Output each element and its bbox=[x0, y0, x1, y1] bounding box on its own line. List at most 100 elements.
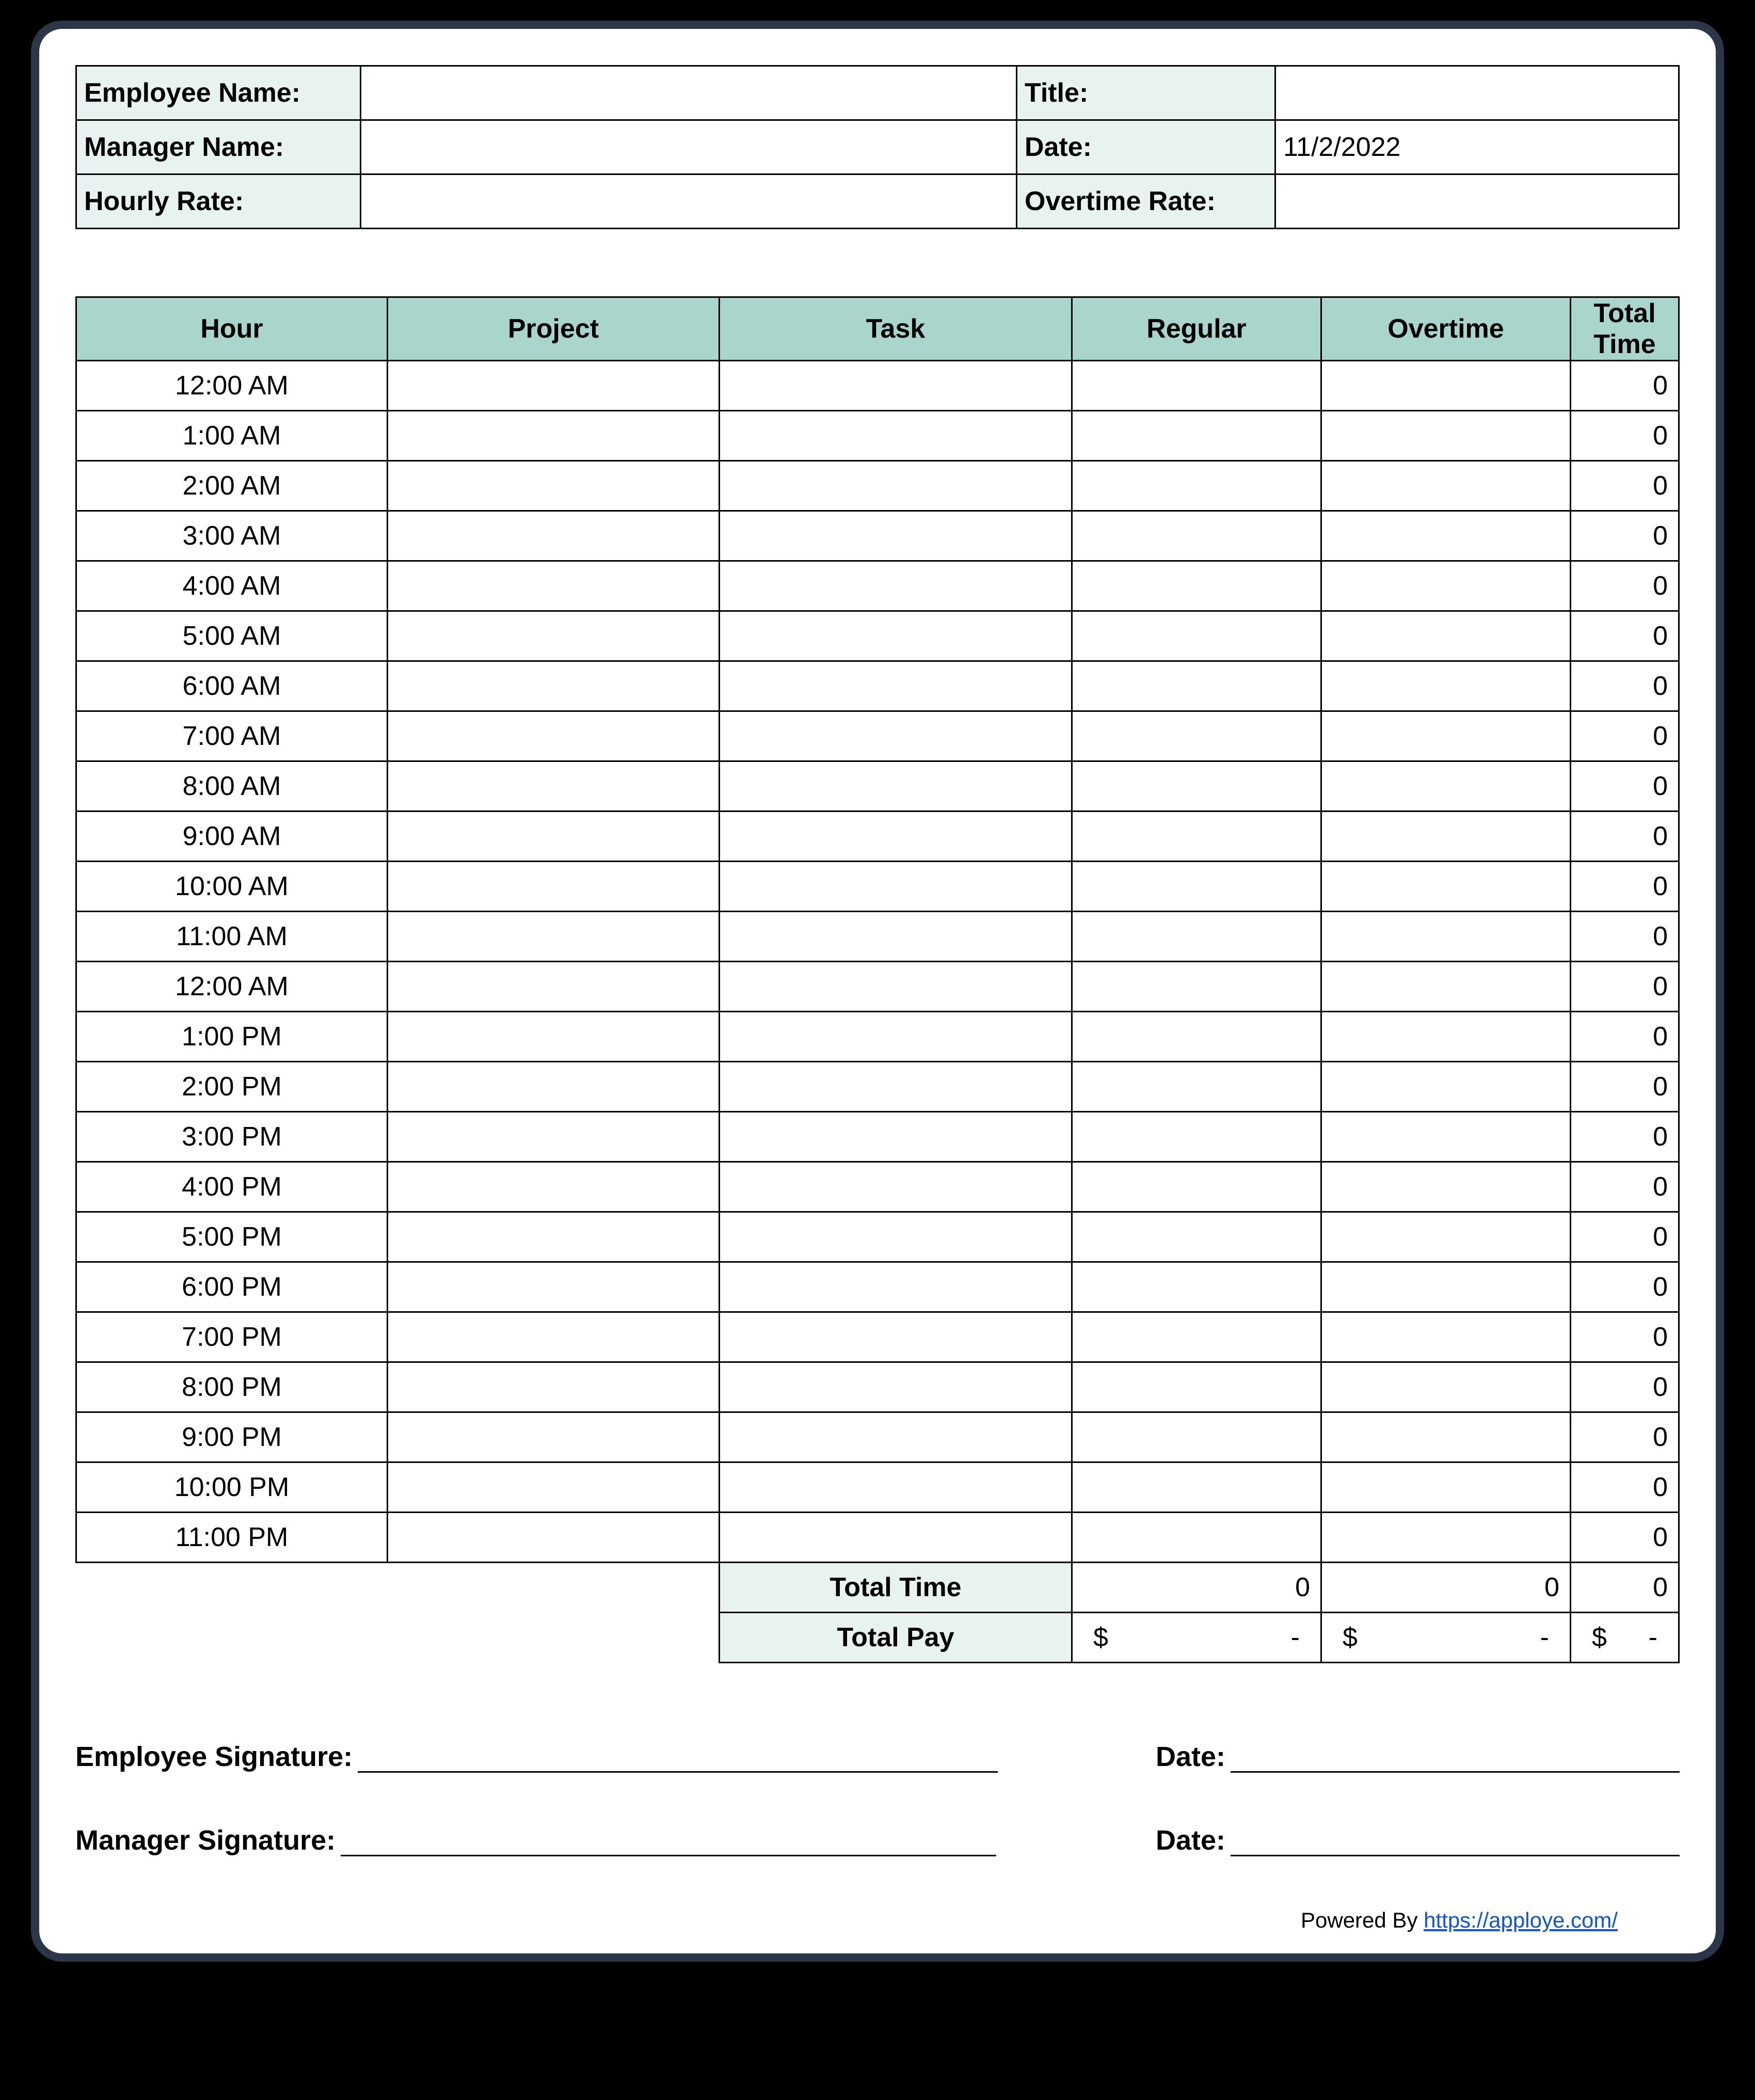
overtime-cell[interactable] bbox=[1321, 361, 1571, 411]
project-cell[interactable] bbox=[388, 1462, 720, 1513]
project-cell[interactable] bbox=[388, 1112, 720, 1162]
task-cell[interactable] bbox=[720, 1012, 1072, 1062]
task-cell[interactable] bbox=[720, 461, 1072, 511]
regular-cell[interactable] bbox=[1072, 1062, 1321, 1112]
task-cell[interactable] bbox=[720, 1312, 1072, 1362]
manager-signature-line[interactable] bbox=[341, 1828, 996, 1856]
regular-cell[interactable] bbox=[1072, 962, 1321, 1012]
task-cell[interactable] bbox=[720, 511, 1072, 561]
regular-cell[interactable] bbox=[1072, 1412, 1321, 1462]
project-cell[interactable] bbox=[388, 761, 720, 812]
task-cell[interactable] bbox=[720, 1262, 1072, 1312]
project-cell[interactable] bbox=[388, 611, 720, 661]
regular-cell[interactable] bbox=[1072, 862, 1321, 912]
regular-cell[interactable] bbox=[1072, 361, 1321, 411]
project-cell[interactable] bbox=[388, 411, 720, 461]
task-cell[interactable] bbox=[720, 1513, 1072, 1563]
task-cell[interactable] bbox=[720, 561, 1072, 611]
project-cell[interactable] bbox=[388, 711, 720, 761]
task-cell[interactable] bbox=[720, 761, 1072, 812]
task-cell[interactable] bbox=[720, 1362, 1072, 1412]
task-cell[interactable] bbox=[720, 1162, 1072, 1212]
project-cell[interactable] bbox=[388, 1262, 720, 1312]
task-cell[interactable] bbox=[720, 1112, 1072, 1162]
regular-cell[interactable] bbox=[1072, 711, 1321, 761]
regular-cell[interactable] bbox=[1072, 1012, 1321, 1062]
task-cell[interactable] bbox=[720, 1062, 1072, 1112]
project-cell[interactable] bbox=[388, 962, 720, 1012]
overtime-cell[interactable] bbox=[1321, 1112, 1571, 1162]
overtime-cell[interactable] bbox=[1321, 1212, 1571, 1262]
project-cell[interactable] bbox=[388, 1362, 720, 1412]
regular-cell[interactable] bbox=[1072, 1462, 1321, 1513]
project-cell[interactable] bbox=[388, 1162, 720, 1212]
regular-cell[interactable] bbox=[1072, 661, 1321, 711]
employee-signature-line[interactable] bbox=[358, 1744, 998, 1773]
manager-name-field[interactable] bbox=[361, 120, 1017, 174]
regular-cell[interactable] bbox=[1072, 411, 1321, 461]
project-cell[interactable] bbox=[388, 561, 720, 611]
task-cell[interactable] bbox=[720, 1212, 1072, 1262]
task-cell[interactable] bbox=[720, 912, 1072, 962]
project-cell[interactable] bbox=[388, 1312, 720, 1362]
overtime-cell[interactable] bbox=[1321, 962, 1571, 1012]
regular-cell[interactable] bbox=[1072, 1362, 1321, 1412]
overtime-cell[interactable] bbox=[1321, 862, 1571, 912]
overtime-cell[interactable] bbox=[1321, 1462, 1571, 1513]
task-cell[interactable] bbox=[720, 1412, 1072, 1462]
overtime-cell[interactable] bbox=[1321, 1012, 1571, 1062]
regular-cell[interactable] bbox=[1072, 511, 1321, 561]
regular-cell[interactable] bbox=[1072, 761, 1321, 812]
overtime-cell[interactable] bbox=[1321, 611, 1571, 661]
regular-cell[interactable] bbox=[1072, 1262, 1321, 1312]
task-cell[interactable] bbox=[720, 711, 1072, 761]
project-cell[interactable] bbox=[388, 1062, 720, 1112]
overtime-cell[interactable] bbox=[1321, 1312, 1571, 1362]
regular-cell[interactable] bbox=[1072, 812, 1321, 862]
task-cell[interactable] bbox=[720, 661, 1072, 711]
overtime-cell[interactable] bbox=[1321, 561, 1571, 611]
overtime-cell[interactable] bbox=[1321, 411, 1571, 461]
overtime-cell[interactable] bbox=[1321, 1162, 1571, 1212]
date-field[interactable]: 11/2/2022 bbox=[1275, 120, 1679, 174]
footer-link[interactable]: https://apploye.com/ bbox=[1424, 1908, 1618, 1932]
project-cell[interactable] bbox=[388, 661, 720, 711]
project-cell[interactable] bbox=[388, 912, 720, 962]
overtime-cell[interactable] bbox=[1321, 912, 1571, 962]
overtime-cell[interactable] bbox=[1321, 1362, 1571, 1412]
regular-cell[interactable] bbox=[1072, 461, 1321, 511]
project-cell[interactable] bbox=[388, 361, 720, 411]
task-cell[interactable] bbox=[720, 361, 1072, 411]
regular-cell[interactable] bbox=[1072, 912, 1321, 962]
hourly-rate-field[interactable] bbox=[361, 174, 1017, 229]
regular-cell[interactable] bbox=[1072, 1312, 1321, 1362]
task-cell[interactable] bbox=[720, 411, 1072, 461]
project-cell[interactable] bbox=[388, 1012, 720, 1062]
overtime-cell[interactable] bbox=[1321, 1262, 1571, 1312]
project-cell[interactable] bbox=[388, 862, 720, 912]
project-cell[interactable] bbox=[388, 1513, 720, 1563]
task-cell[interactable] bbox=[720, 611, 1072, 661]
project-cell[interactable] bbox=[388, 461, 720, 511]
project-cell[interactable] bbox=[388, 812, 720, 862]
overtime-rate-field[interactable] bbox=[1275, 174, 1679, 229]
overtime-cell[interactable] bbox=[1321, 761, 1571, 812]
task-cell[interactable] bbox=[720, 862, 1072, 912]
task-cell[interactable] bbox=[720, 1462, 1072, 1513]
regular-cell[interactable] bbox=[1072, 561, 1321, 611]
project-cell[interactable] bbox=[388, 1412, 720, 1462]
task-cell[interactable] bbox=[720, 962, 1072, 1012]
regular-cell[interactable] bbox=[1072, 611, 1321, 661]
employee-date-line[interactable] bbox=[1231, 1744, 1680, 1773]
overtime-cell[interactable] bbox=[1321, 812, 1571, 862]
project-cell[interactable] bbox=[388, 1212, 720, 1262]
regular-cell[interactable] bbox=[1072, 1162, 1321, 1212]
regular-cell[interactable] bbox=[1072, 1513, 1321, 1563]
regular-cell[interactable] bbox=[1072, 1112, 1321, 1162]
overtime-cell[interactable] bbox=[1321, 1513, 1571, 1563]
overtime-cell[interactable] bbox=[1321, 1062, 1571, 1112]
overtime-cell[interactable] bbox=[1321, 711, 1571, 761]
overtime-cell[interactable] bbox=[1321, 461, 1571, 511]
task-cell[interactable] bbox=[720, 812, 1072, 862]
project-cell[interactable] bbox=[388, 511, 720, 561]
